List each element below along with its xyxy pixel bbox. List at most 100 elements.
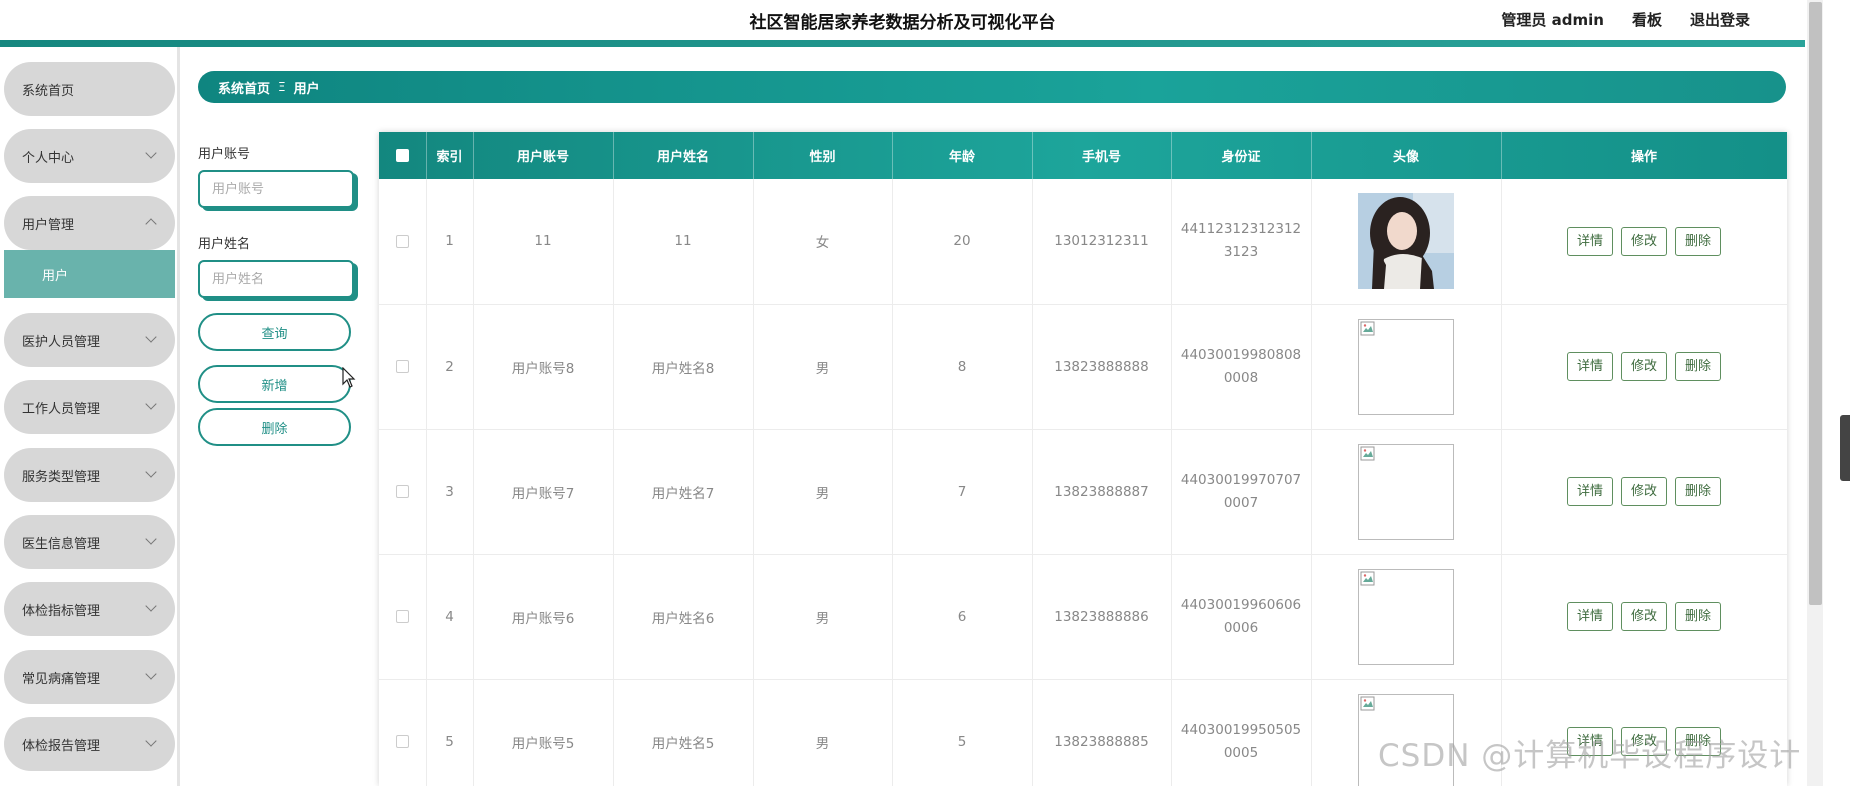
name-label: 用户姓名 <box>198 237 251 252</box>
cell-phone: 13823888885 <box>1032 679 1172 786</box>
column-header-actions: 操作 <box>1501 132 1787 179</box>
detail-button[interactable]: 详情 <box>1566 477 1613 506</box>
sidebar-item-label: 用户管理 <box>22 217 75 233</box>
table-header-row: 索引 用户账号 用户姓名 性别 年龄 手机号 身份证 头像 操作 <box>379 132 1787 179</box>
cell-index: 4 <box>426 554 474 680</box>
user-table-container: 索引 用户账号 用户姓名 性别 年龄 手机号 身份证 头像 操作 1 11 11… <box>379 132 1787 786</box>
cell-phone: 13823888888 <box>1032 304 1172 430</box>
cell-idcard: 440300199808080008 <box>1171 304 1312 430</box>
logout-link[interactable]: 退出登录 <box>1690 9 1750 30</box>
cell-actions: 详情 修改 删除 <box>1501 304 1787 430</box>
row-select-cell[interactable] <box>379 679 427 786</box>
cell-name: 用户姓名5 <box>613 679 754 786</box>
row-select-cell[interactable] <box>379 554 427 680</box>
window-edge <box>1823 0 1850 786</box>
sidebar-item-label: 体检报告管理 <box>22 738 101 754</box>
chevron-down-icon <box>145 668 157 680</box>
cell-avatar <box>1311 554 1502 680</box>
account-search-input[interactable] <box>212 181 352 197</box>
cell-index: 2 <box>426 304 474 430</box>
sidebar-item-label: 系统首页 <box>22 83 75 99</box>
sidebar-item-workers[interactable]: 工作人员管理 <box>4 380 175 434</box>
broken-image-icon <box>1360 321 1375 335</box>
sidebar-subitem-user[interactable]: 用户 <box>4 250 175 298</box>
avatar-photo <box>1358 193 1454 290</box>
edit-button[interactable]: 修改 <box>1620 352 1667 381</box>
select-all-checkbox[interactable] <box>395 149 409 162</box>
sidebar-item-exam-indicators[interactable]: 体检指标管理 <box>4 582 175 636</box>
add-button[interactable]: 新增 <box>198 365 351 403</box>
cell-gender: 女 <box>753 179 893 305</box>
cell-name: 11 <box>613 179 754 305</box>
detail-button[interactable]: 详情 <box>1566 226 1613 256</box>
avatar-placeholder <box>1358 318 1454 415</box>
sidebar-item-common-diseases[interactable]: 常见病痛管理 <box>4 650 175 704</box>
edit-button[interactable]: 修改 <box>1620 226 1667 256</box>
sidebar-item-doctor-info[interactable]: 医生信息管理 <box>4 515 175 569</box>
row-select-cell[interactable] <box>379 429 427 555</box>
row-select-cell[interactable] <box>379 304 427 430</box>
detail-button[interactable]: 详情 <box>1566 602 1613 631</box>
column-header-idcard: 身份证 <box>1171 132 1312 179</box>
cell-idcard: 441123123123123123 <box>1171 179 1312 305</box>
column-header-index: 索引 <box>426 132 474 179</box>
sidebar-item-label: 医生信息管理 <box>22 536 101 552</box>
sidebar-item-service-types[interactable]: 服务类型管理 <box>4 448 175 502</box>
column-header-age: 年龄 <box>892 132 1033 179</box>
sidebar-item-user-management[interactable]: 用户管理 <box>4 196 175 250</box>
broken-image-icon <box>1360 571 1375 585</box>
chevron-down-icon <box>145 147 157 159</box>
row-checkbox[interactable] <box>395 360 409 373</box>
cell-age: 5 <box>892 679 1033 786</box>
cell-phone: 13012312311 <box>1032 179 1172 305</box>
column-header-phone: 手机号 <box>1032 132 1172 179</box>
row-checkbox[interactable] <box>395 485 409 498</box>
delete-button[interactable]: 删除 <box>1675 352 1722 381</box>
side-panel-tab[interactable] <box>1840 415 1850 481</box>
delete-button[interactable]: 删除 <box>1675 477 1722 506</box>
sidebar-item-medical-staff[interactable]: 医护人员管理 <box>4 313 175 367</box>
row-select-cell[interactable] <box>379 179 427 305</box>
row-checkbox[interactable] <box>395 234 409 248</box>
sidebar-subitem-label: 用户 <box>42 268 69 284</box>
column-header-gender: 性别 <box>753 132 893 179</box>
cell-avatar <box>1311 304 1502 430</box>
select-all-header[interactable] <box>379 132 427 179</box>
cell-name: 用户姓名6 <box>613 554 754 680</box>
sidebar-item-label: 服务类型管理 <box>22 469 101 485</box>
cell-name: 用户姓名7 <box>613 429 754 555</box>
batch-delete-button[interactable]: 删除 <box>198 408 351 446</box>
name-search-input[interactable] <box>212 271 352 287</box>
delete-button[interactable]: 删除 <box>1675 226 1722 256</box>
delete-button[interactable]: 删除 <box>1675 602 1722 631</box>
edit-button[interactable]: 修改 <box>1620 477 1667 506</box>
avatar-placeholder <box>1358 568 1454 665</box>
dashboard-link[interactable]: 看板 <box>1632 9 1662 30</box>
edit-button[interactable]: 修改 <box>1620 602 1667 631</box>
name-input-box <box>198 260 354 298</box>
row-checkbox[interactable] <box>395 735 409 748</box>
chevron-up-icon <box>145 218 157 230</box>
sidebar-item-home[interactable]: 系统首页 <box>4 62 175 116</box>
top-header: 社区智能居家养老数据分析及可视化平台 管理员 admin 看板 退出登录 <box>0 0 1805 40</box>
scrollbar-thumb[interactable] <box>1809 2 1822 605</box>
cell-age: 6 <box>892 554 1033 680</box>
chevron-down-icon <box>145 600 157 612</box>
detail-button[interactable]: 详情 <box>1566 352 1613 381</box>
sidebar-item-label: 工作人员管理 <box>22 401 101 417</box>
cell-avatar <box>1311 429 1502 555</box>
cell-gender: 男 <box>753 429 893 555</box>
sidebar-item-label: 常见病痛管理 <box>22 671 101 687</box>
row-checkbox[interactable] <box>395 610 409 623</box>
table-row: 4 用户账号6 用户姓名6 男 6 13823888886 4403001996… <box>379 554 1787 680</box>
breadcrumb-home[interactable]: 系统首页 <box>218 78 270 97</box>
sidebar-item-exam-reports[interactable]: 体检报告管理 <box>4 717 175 771</box>
user-table: 索引 用户账号 用户姓名 性别 年龄 手机号 身份证 头像 操作 1 11 11… <box>379 132 1787 786</box>
query-button[interactable]: 查询 <box>198 313 351 351</box>
sidebar-item-personal-center[interactable]: 个人中心 <box>4 129 175 183</box>
table-row: 3 用户账号7 用户姓名7 男 7 13823888887 4403001997… <box>379 429 1787 555</box>
sidebar-item-label: 个人中心 <box>22 150 75 166</box>
cell-phone: 13823888886 <box>1032 554 1172 680</box>
cell-age: 20 <box>892 179 1033 305</box>
cell-avatar <box>1311 179 1502 305</box>
